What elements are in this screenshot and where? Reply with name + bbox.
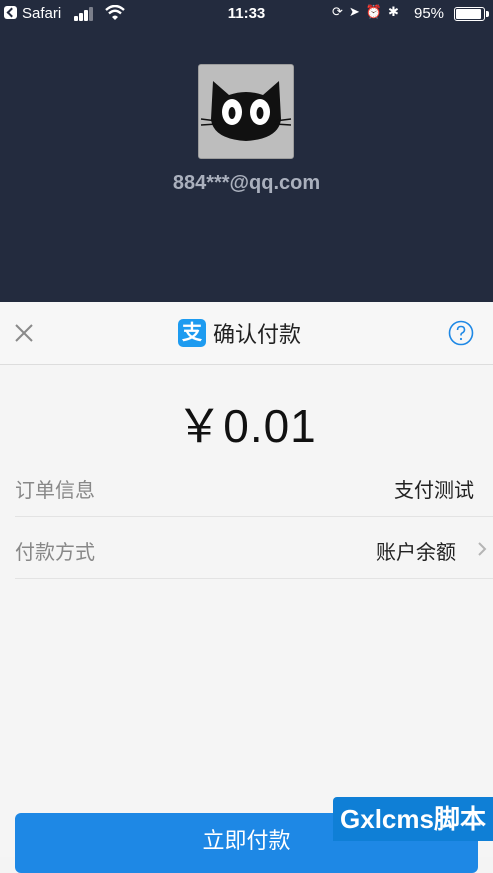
black-cat-avatar-icon (199, 65, 293, 158)
page-title: 确认付款 (213, 322, 302, 347)
rotation-lock-icon: ⟳ (332, 4, 349, 19)
close-icon[interactable] (12, 321, 36, 345)
system-icons: ⟳➤⏰✱ (332, 4, 405, 20)
battery-percent: 95% (414, 5, 445, 22)
avatar (198, 64, 294, 159)
help-icon[interactable] (448, 320, 474, 346)
order-info-label: 订单信息 (15, 480, 95, 502)
payment-sheet: 支 确认付款 ￥0.01 订单信息 支付测试 付款方式 账户余额 立即付款 (0, 302, 493, 873)
payment-method-value: 账户余额 (376, 542, 456, 564)
order-info-row: 订单信息 支付测试 (15, 458, 493, 517)
account-banner: Safari 11:33 ⟳➤⏰✱ 95% 884***@qq.com (0, 0, 493, 302)
payment-method-label: 付款方式 (15, 542, 95, 564)
status-bar: Safari 11:33 ⟳➤⏰✱ 95% (0, 0, 493, 28)
account-email: 884***@qq.com (172, 172, 321, 194)
alipay-logo-icon: 支 (178, 319, 206, 347)
location-icon: ➤ (348, 4, 366, 19)
payment-method-row[interactable]: 付款方式 账户余额 (15, 520, 493, 579)
sheet-header: 支 确认付款 (0, 302, 493, 365)
battery-icon (454, 7, 489, 21)
payment-amount: ￥0.01 (176, 400, 317, 452)
order-info-value: 支付测试 (394, 480, 474, 502)
bluetooth-icon: ✱ (388, 4, 405, 19)
chevron-right-icon (478, 542, 487, 556)
alarm-icon: ⏰ (365, 4, 388, 19)
title-group: 支 确认付款 (178, 319, 301, 347)
site-watermark: Gxlcms脚本 (333, 797, 493, 841)
